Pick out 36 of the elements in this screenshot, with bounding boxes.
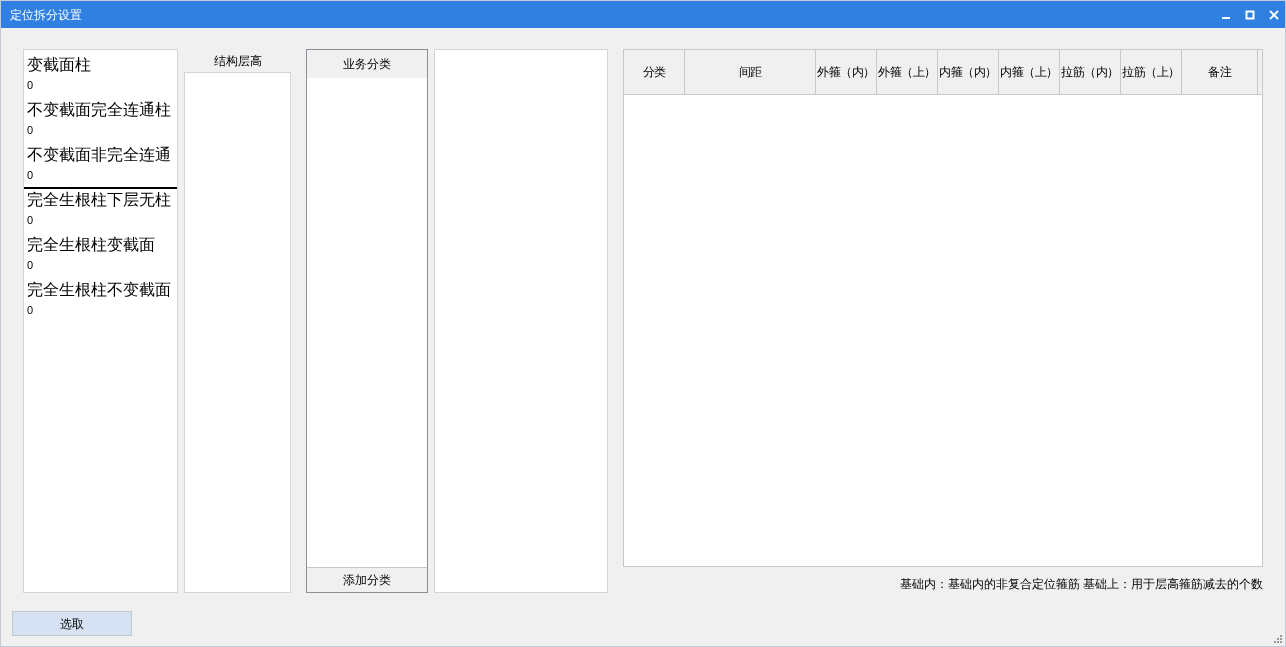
item-name: 完全生根柱下层无柱	[27, 190, 172, 210]
list-item[interactable]: 完全生根柱下层无柱 0	[24, 189, 177, 234]
item-count: 0	[27, 168, 35, 182]
close-icon[interactable]	[1269, 9, 1279, 20]
item-name: 不变截面完全连通柱	[27, 100, 172, 120]
item-count: 0	[27, 213, 35, 227]
category-header: 业务分类	[307, 50, 427, 78]
list-item[interactable]: 不变截面完全连通柱 0	[24, 99, 177, 144]
column-header[interactable]: 外箍（上）	[877, 50, 938, 95]
item-name: 不变截面非完全连通	[27, 145, 172, 165]
item-name: 变截面柱	[27, 55, 92, 75]
column-header[interactable]: 内箍（内）	[938, 50, 999, 95]
list-item[interactable]: 完全生根柱不变截面 0	[24, 279, 177, 324]
column-header[interactable]: 拉筋（内）	[1060, 50, 1121, 95]
item-count: 0	[27, 303, 35, 317]
column-header[interactable]: 分类	[624, 50, 685, 95]
list-item[interactable]: 不变截面非完全连通 0	[24, 144, 177, 189]
column-header[interactable]: 备注	[1182, 50, 1258, 95]
window-title: 定位拆分设置	[10, 6, 82, 24]
column-header[interactable]: 间距	[685, 50, 816, 95]
item-count: 0	[27, 123, 35, 137]
item-name: 完全生根柱不变截面	[27, 280, 172, 300]
item-count: 0	[27, 258, 35, 272]
list-item[interactable]: 变截面柱 0	[24, 54, 177, 99]
note-text: 基础内：基础内的非复合定位箍筋 基础上：用于层高箍筋减去的个数	[899, 576, 1263, 593]
maximize-icon[interactable]	[1245, 9, 1255, 20]
add-category-button[interactable]: 添加分类	[307, 567, 427, 592]
item-count: 0	[27, 78, 35, 92]
column-header[interactable]: 拉筋（上）	[1121, 50, 1182, 95]
item-name: 完全生根柱变截面	[27, 235, 156, 255]
select-button[interactable]: 选取	[12, 611, 132, 636]
column-header[interactable]: 内箍（上）	[999, 50, 1060, 95]
list-item[interactable]: 完全生根柱变截面 0	[24, 234, 177, 279]
floor-height-label: 结构层高	[213, 52, 262, 70]
resize-grip-icon[interactable]	[1274, 635, 1282, 643]
column-header[interactable]: 外箍（内）	[816, 50, 877, 95]
